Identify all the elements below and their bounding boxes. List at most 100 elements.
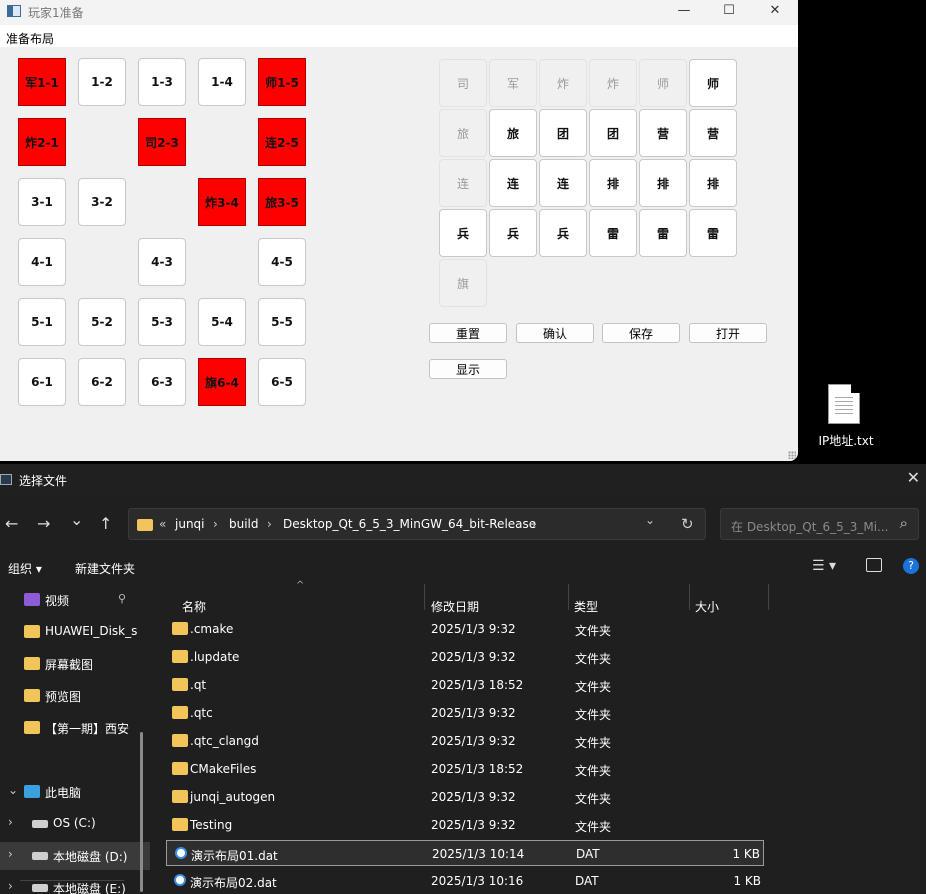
piece-button[interactable]: 兵: [439, 209, 487, 257]
minimize-button[interactable]: —: [661, 0, 707, 25]
piece-button[interactable]: 旅: [489, 109, 537, 157]
file-row[interactable]: .qtc_clangd 2025/1/3 9:32 文件夹: [166, 728, 764, 754]
piece-button[interactable]: 团: [589, 109, 637, 157]
up-arrow-icon[interactable]: ↑: [99, 514, 112, 533]
board-cell-occupied[interactable]: 炸2-1: [18, 118, 66, 166]
board-cell[interactable]: 3-1: [18, 178, 66, 226]
preview-pane-icon[interactable]: [866, 558, 882, 572]
dialog-close-button[interactable]: ✕: [907, 468, 920, 487]
file-row[interactable]: .cmake 2025/1/3 9:32 文件夹: [166, 616, 764, 642]
board-cell[interactable]: 5-4: [198, 298, 246, 346]
piece-button[interactable]: 团: [539, 109, 587, 157]
column-type[interactable]: 类型: [574, 598, 598, 615]
maximize-button[interactable]: ☐: [706, 0, 752, 25]
help-icon[interactable]: ?: [903, 558, 919, 574]
file-row[interactable]: .qt 2025/1/3 18:52 文件夹: [166, 672, 764, 698]
recent-locations-icon[interactable]: ⌄: [70, 510, 83, 529]
file-row[interactable]: Testing 2025/1/3 9:32 文件夹: [166, 812, 764, 838]
board-cell[interactable]: 6-3: [138, 358, 186, 406]
new-folder-button[interactable]: 新建文件夹: [75, 560, 135, 577]
breadcrumb-release[interactable]: Desktop_Qt_6_5_3_MinGW_64_bit-Release: [283, 517, 536, 531]
piece-button[interactable]: 兵: [489, 209, 537, 257]
piece-button[interactable]: 雷: [589, 209, 637, 257]
board-cell-occupied[interactable]: 炸3-4: [198, 178, 246, 226]
file-row[interactable]: .lupdate 2025/1/3 9:32 文件夹: [166, 644, 764, 670]
menu-prepare-layout[interactable]: 准备布局: [6, 30, 54, 47]
breadcrumb-overflow[interactable]: «: [159, 517, 166, 531]
chevron-down-icon[interactable]: ⌄: [645, 513, 655, 527]
desktop-file-ip[interactable]: IP地址.txt: [806, 382, 886, 452]
board-cell[interactable]: 4-5: [258, 238, 306, 286]
board-cell[interactable]: 5-3: [138, 298, 186, 346]
column-divider[interactable]: [568, 584, 569, 610]
piece-button[interactable]: 连: [539, 159, 587, 207]
column-divider[interactable]: [424, 584, 425, 610]
board-cell[interactable]: 5-1: [18, 298, 66, 346]
nav-item[interactable]: ⌄ 此电脑: [0, 778, 150, 806]
column-divider[interactable]: [689, 584, 690, 610]
nav-item[interactable]: 预览图: [0, 682, 150, 710]
board-cell-occupied[interactable]: 司2-3: [138, 118, 186, 166]
board-cell[interactable]: 3-2: [78, 178, 126, 226]
file-row[interactable]: 演示布局02.dat 2025/1/3 10:16 DAT 1 KB: [166, 868, 764, 894]
board-cell-occupied[interactable]: 连2-5: [258, 118, 306, 166]
board-cell-occupied[interactable]: 旗6-4: [198, 358, 246, 406]
piece-button[interactable]: 排: [639, 159, 687, 207]
breadcrumb-junqi[interactable]: junqi: [175, 517, 205, 531]
back-arrow-icon[interactable]: ←: [5, 514, 18, 533]
nav-item[interactable]: HUAWEI_Disk_s: [0, 618, 150, 646]
confirm-button[interactable]: 确认: [516, 323, 594, 343]
file-row[interactable]: .qtc 2025/1/3 9:32 文件夹: [166, 700, 764, 726]
column-divider[interactable]: [768, 584, 769, 610]
piece-button[interactable]: 连: [489, 159, 537, 207]
board-cell[interactable]: 1-2: [78, 58, 126, 106]
forward-arrow-icon[interactable]: →: [37, 514, 50, 533]
chevron-right-icon[interactable]: ›: [8, 879, 13, 893]
nav-scrollbar[interactable]: [140, 732, 143, 892]
piece-button[interactable]: 雷: [689, 209, 737, 257]
column-size[interactable]: 大小: [695, 598, 719, 615]
nav-item[interactable]: › 本地磁盘 (D:): [0, 842, 150, 870]
file-row[interactable]: 演示布局01.dat 2025/1/3 10:14 DAT 1 KB: [166, 840, 764, 866]
board-cell-occupied[interactable]: 师1-5: [258, 58, 306, 106]
column-date[interactable]: 修改日期: [431, 598, 479, 615]
resize-grip[interactable]: [788, 451, 796, 459]
file-row[interactable]: CMakeFiles 2025/1/3 18:52 文件夹: [166, 756, 764, 782]
open-button[interactable]: 打开: [689, 323, 767, 343]
organize-menu[interactable]: 组织 ▾: [8, 560, 42, 577]
breadcrumb-build[interactable]: build: [229, 517, 259, 531]
close-button[interactable]: ✕: [752, 0, 798, 25]
board-cell[interactable]: 1-4: [198, 58, 246, 106]
piece-button[interactable]: 兵: [539, 209, 587, 257]
piece-button[interactable]: 排: [589, 159, 637, 207]
board-cell[interactable]: 5-2: [78, 298, 126, 346]
piece-button[interactable]: 营: [639, 109, 687, 157]
board-cell[interactable]: 6-1: [18, 358, 66, 406]
nav-item[interactable]: › 本地磁盘 (E:): [0, 874, 150, 894]
file-row[interactable]: junqi_autogen 2025/1/3 9:32 文件夹: [166, 784, 764, 810]
board-cell[interactable]: 6-5: [258, 358, 306, 406]
board-cell[interactable]: 4-3: [138, 238, 186, 286]
nav-item[interactable]: 【第一期】西安: [0, 714, 150, 742]
view-options-icon[interactable]: ☰ ▾: [812, 558, 836, 574]
chevron-right-icon[interactable]: ›: [8, 847, 13, 861]
board-cell[interactable]: 1-3: [138, 58, 186, 106]
board-cell-occupied[interactable]: 军1-1: [18, 58, 66, 106]
reset-button[interactable]: 重置: [429, 323, 507, 343]
column-name[interactable]: 名称: [182, 598, 206, 615]
refresh-icon[interactable]: ↻: [681, 515, 694, 533]
board-cell[interactable]: 4-1: [18, 238, 66, 286]
piece-button[interactable]: 雷: [639, 209, 687, 257]
address-bar[interactable]: « junqi › build › Desktop_Qt_6_5_3_MinGW…: [128, 508, 706, 540]
dialog-titlebar[interactable]: 选择文件 ✕: [0, 464, 926, 496]
board-cell[interactable]: 6-2: [78, 358, 126, 406]
board-cell-occupied[interactable]: 旅3-5: [258, 178, 306, 226]
piece-button[interactable]: 师: [689, 59, 737, 107]
chevron-right-icon[interactable]: ›: [8, 815, 13, 829]
nav-item[interactable]: › OS (C:): [0, 810, 150, 838]
search-box[interactable]: 在 Desktop_Qt_6_5_3_Mi... ⌕: [720, 508, 919, 540]
chevron-down-icon[interactable]: ⌄: [8, 783, 18, 797]
nav-item[interactable]: 视频 ⚲: [0, 586, 150, 614]
nav-item[interactable]: 屏幕截图: [0, 650, 150, 678]
show-button[interactable]: 显示: [429, 359, 507, 379]
